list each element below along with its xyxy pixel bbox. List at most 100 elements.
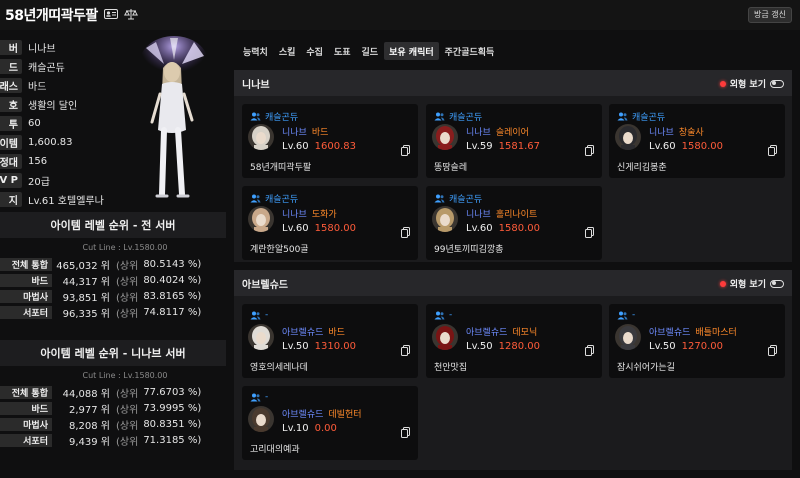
server-section: 니나브 외형 보기 캐슬곤듀 니나브 바드 Lv.60 1600.83 58년개띠곽두팔 캐… bbox=[234, 70, 792, 262]
profile-value: 니나브 bbox=[28, 44, 56, 55]
tab-0[interactable]: 능력치 bbox=[238, 42, 273, 60]
character-level: Lv.10 bbox=[282, 423, 309, 434]
scale-icon[interactable] bbox=[124, 8, 138, 20]
tab-6[interactable]: 주간골드획득 bbox=[440, 42, 500, 60]
character-card[interactable]: - 아브렐슈드 데모닉 Lv.50 1280.00 천안맛집 bbox=[426, 304, 602, 378]
rank-row: 마법사 8,208 위 (상위 80.8351 %) bbox=[0, 416, 226, 432]
profile-value: 1,600.83 bbox=[28, 137, 73, 148]
profile-value: 바드 bbox=[28, 82, 47, 93]
page-title: 58년개띠곽두팔 bbox=[5, 8, 98, 24]
character-class: 바드 bbox=[311, 128, 329, 138]
character-level: Lv.50 bbox=[282, 341, 309, 352]
tab-2[interactable]: 수집 bbox=[301, 42, 328, 60]
rank-prefix: (상위 bbox=[116, 420, 139, 432]
copy-icon[interactable] bbox=[585, 145, 594, 156]
rank-row: 전체 통합 465,032 위 (상위 80.5143 %) bbox=[0, 256, 226, 272]
level-line: Lv.60 1580.00 bbox=[282, 223, 356, 234]
character-card[interactable]: 캐슬곤듀 니나브 슬레이어 Lv.59 1581.67 똥땅슬레 bbox=[426, 104, 602, 178]
rank-row: 서포터 96,335 위 (상위 74.8117 %) bbox=[0, 304, 226, 320]
character-card[interactable]: 캐슬곤듀 니나브 바드 Lv.60 1600.83 58년개띠곽두팔 bbox=[242, 104, 418, 178]
level-line: Lv.50 1280.00 bbox=[466, 341, 540, 352]
profile-row: 지 Lv.61 호텔엘루나 bbox=[0, 190, 110, 209]
server-class: 아브렐슈드 데빌헌터 bbox=[282, 407, 362, 420]
tab-5[interactable]: 보유 캐릭터 bbox=[384, 42, 439, 60]
rank-row: 바드 44,317 위 (상위 80.4024 %) bbox=[0, 272, 226, 288]
character-name: 천안맛집 bbox=[434, 363, 468, 373]
users-icon bbox=[250, 393, 261, 401]
copy-icon[interactable] bbox=[768, 345, 777, 356]
id-card-icon[interactable] bbox=[104, 8, 118, 20]
avatar bbox=[248, 124, 274, 150]
rank-server-cutline: Cut Line : Lv.1580.00 bbox=[82, 370, 168, 380]
character-card[interactable]: 캐슬곤듀 니나브 창술사 Lv.60 1580.00 신게리김봉춘 bbox=[609, 104, 785, 178]
users-icon bbox=[617, 311, 628, 319]
copy-icon[interactable] bbox=[585, 345, 594, 356]
profile-value: 156 bbox=[28, 156, 48, 167]
guild-name: - bbox=[449, 310, 453, 320]
server-class: 니나브 홀리나이트 bbox=[466, 207, 537, 220]
guild-tag: 캐슬곤듀 bbox=[434, 192, 482, 205]
character-card[interactable]: 캐슬곤듀 니나브 홀리나이트 Lv.60 1580.00 99년토끼띠김깡총 bbox=[426, 186, 602, 260]
server-class: 아브렐슈드 데모닉 bbox=[466, 325, 537, 338]
level-line: Lv.59 1581.67 bbox=[466, 141, 540, 152]
users-icon bbox=[250, 112, 261, 121]
character-class: 데빌헌터 bbox=[328, 410, 362, 420]
copy-icon[interactable] bbox=[768, 145, 777, 156]
copy-icon[interactable] bbox=[401, 145, 410, 156]
character-name: 똥땅슬레 bbox=[434, 163, 468, 173]
rank-value: 8,208 위 bbox=[68, 420, 110, 432]
profile-value: Lv.61 호텔엘루나 bbox=[28, 196, 104, 207]
profile-info: 버 니나브 드 캐슬곤듀 래스 바드 호 생활의 달인 투 60 이템 1,600.83 정대 156 V … bbox=[0, 38, 110, 209]
guild-name: - bbox=[265, 310, 269, 320]
character-class: 창술사 bbox=[678, 128, 704, 138]
profile-row: 래스 바드 bbox=[0, 76, 110, 95]
look-toggle[interactable]: 외형 보기 bbox=[719, 277, 784, 290]
profile-row: 정대 156 bbox=[0, 152, 110, 171]
profile-row: 이템 1,600.83 bbox=[0, 133, 110, 152]
refresh-button[interactable]: 방금 갱신 bbox=[748, 7, 792, 23]
rank-row: 바드 2,977 위 (상위 73.9995 %) bbox=[0, 400, 226, 416]
server-section-header: 아브렐슈드 외형 보기 bbox=[234, 270, 792, 296]
server-class: 니나브 도화가 bbox=[282, 207, 337, 220]
character-card[interactable]: - 아브렐슈드 배틀마스터 Lv.50 1270.00 잠시쉬어가는길 bbox=[609, 304, 785, 378]
users-icon bbox=[617, 112, 628, 121]
toggle-switch-icon[interactable] bbox=[770, 279, 784, 288]
tab-4[interactable]: 길드 bbox=[357, 42, 384, 60]
rank-percent: 80.5143 %) bbox=[143, 258, 202, 270]
character-server: 아브렐슈드 bbox=[282, 410, 324, 420]
copy-icon[interactable] bbox=[401, 427, 410, 438]
character-class: 홀리나이트 bbox=[495, 210, 538, 220]
title-icons bbox=[104, 8, 138, 20]
avatar bbox=[248, 406, 274, 432]
profile-label: 정대 bbox=[0, 154, 22, 169]
rank-value: 44,088 위 bbox=[62, 388, 110, 400]
look-toggle[interactable]: 외형 보기 bbox=[719, 77, 784, 90]
character-card[interactable]: - 아브렐슈드 바드 Lv.50 1310.00 영호의세레나데 bbox=[242, 304, 418, 378]
copy-icon[interactable] bbox=[401, 345, 410, 356]
profile-label: 이템 bbox=[0, 135, 22, 150]
item-level: 1581.67 bbox=[498, 141, 540, 152]
character-card[interactable]: 캐슬곤듀 니나브 도화가 Lv.60 1580.00 계란한알500골 bbox=[242, 186, 418, 260]
character-level: Lv.60 bbox=[649, 141, 676, 152]
rank-value: 9,439 위 bbox=[68, 436, 110, 448]
avatar bbox=[432, 206, 458, 232]
guild-tag: 캐슬곤듀 bbox=[434, 110, 482, 123]
rank-value: 44,317 위 bbox=[62, 276, 110, 288]
rank-percent: 83.8165 %) bbox=[143, 290, 202, 302]
rank-prefix: (상위 bbox=[116, 436, 139, 448]
guild-name: 캐슬곤듀 bbox=[449, 195, 483, 205]
toggle-switch-icon[interactable] bbox=[770, 79, 784, 88]
character-server: 아브렐슈드 bbox=[649, 328, 691, 338]
rank-server: 아이템 레벨 순위 - 니나브 서버 Cut Line : Lv.1580.00… bbox=[0, 340, 226, 448]
tab-3[interactable]: 도표 bbox=[329, 42, 356, 60]
rank-label: 바드 bbox=[0, 401, 52, 415]
tab-1[interactable]: 스킬 bbox=[274, 42, 301, 60]
character-server: 니나브 bbox=[466, 128, 491, 138]
profile-value: 캐슬곤듀 bbox=[28, 63, 65, 74]
copy-icon[interactable] bbox=[401, 227, 410, 238]
character-card[interactable]: - 아브렐슈드 데빌헌터 Lv.10 0.00 고리대의예과 bbox=[242, 386, 418, 460]
users-icon bbox=[434, 112, 445, 121]
profile-row: V P 20급 bbox=[0, 171, 110, 190]
copy-icon[interactable] bbox=[585, 227, 594, 238]
server-section-header: 니나브 외형 보기 bbox=[234, 70, 792, 96]
